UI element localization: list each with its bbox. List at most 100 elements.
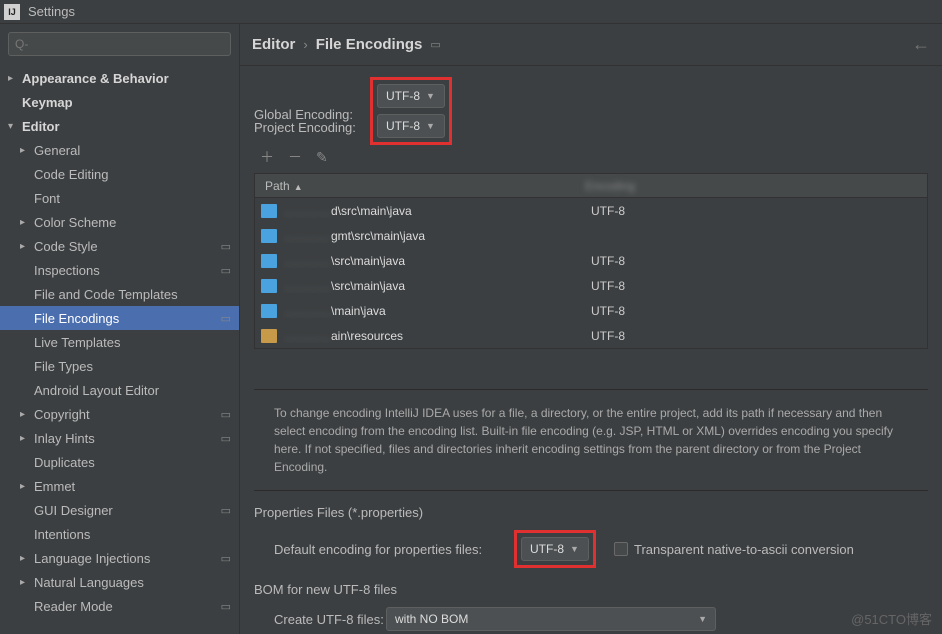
folder-icon [261,254,277,268]
properties-encoding-dropdown[interactable]: UTF-8 ▼ [521,537,589,561]
sidebar-item-label: Language Injections [34,551,150,566]
encoding-cell: UTF-8 [591,254,625,268]
sidebar-item-code-style[interactable]: ▸Code Style▭ [0,234,239,258]
sidebar-item-label: Duplicates [34,455,95,470]
sidebar-item-file-encodings[interactable]: •File Encodings▭ [0,306,239,330]
project-scope-icon: ▭ [221,504,231,517]
sidebar-item-live-templates[interactable]: •Live Templates [0,330,239,354]
help-text: To change encoding IntelliJ IDEA uses fo… [254,389,928,491]
sidebar-item-emmet[interactable]: ▸Emmet [0,474,239,498]
folder-icon [261,204,277,218]
settings-tree: ▸ Appearance & Behavior •Keymap ▾ Editor ▸ Gen… [0,64,239,634]
table-row[interactable]: …………ain\resourcesUTF-8 [255,323,927,348]
bom-section-title: BOM for new UTF-8 files [254,582,928,597]
edit-icon[interactable]: ✎ [316,149,328,166]
sidebar-item-label: Keymap [22,95,73,110]
sidebar-item-label: Color Scheme [34,215,116,230]
sidebar-item-label: Code Editing [34,167,108,182]
sidebar-item-label: Editor [22,119,60,134]
sidebar-item-reader-mode[interactable]: •Reader Mode▭ [0,594,239,618]
table-row[interactable]: …………\src\main\javaUTF-8 [255,273,927,298]
search-input[interactable] [8,32,231,56]
sidebar-item-duplicates[interactable]: •Duplicates [0,450,239,474]
project-scope-icon: ▭ [430,38,440,51]
sidebar-item-label: Appearance & Behavior [22,71,169,86]
column-path[interactable]: Path▲ [255,179,575,193]
global-encoding-dropdown[interactable]: UTF-8 ▼ [377,84,445,108]
checkbox-icon [614,542,628,556]
chevron-right-icon: ▸ [20,553,30,564]
sidebar-item-language-injections[interactable]: ▸ Language Injections ▭ [0,546,239,570]
transparent-checkbox[interactable]: Transparent native-to-ascii conversion [614,542,854,557]
breadcrumb: Editor › File Encodings ▭ ← [240,24,942,66]
sidebar-item-file-types[interactable]: •File Types [0,354,239,378]
global-encoding-label: Global Encoding: [254,107,370,122]
content-panel: Editor › File Encodings ▭ ← Global Encod… [240,24,942,634]
project-scope-icon: ▭ [221,432,231,445]
sidebar-item-label: File Types [34,359,93,374]
sidebar-item-label: Inlay Hints [34,431,95,446]
chevron-right-icon: ▸ [20,409,30,420]
chevron-right-icon: › [303,37,307,52]
sidebar-item-appearance-behavior[interactable]: ▸ Appearance & Behavior [0,66,239,90]
project-scope-icon: ▭ [221,552,231,565]
sidebar-item-inspections[interactable]: •Inspections▭ [0,258,239,282]
sidebar-item-android-layout-editor[interactable]: •Android Layout Editor [0,378,239,402]
encoding-table: Path▲ Encoding …………d\src\main\javaUTF-8…… [254,173,928,349]
chevron-down-icon: ▾ [8,121,18,132]
sidebar-item-inlay-hints[interactable]: ▸Inlay Hints▭ [0,426,239,450]
chevron-right-icon: ▸ [20,241,30,252]
project-scope-icon: ▭ [221,312,231,325]
sidebar-item-keymap[interactable]: •Keymap [0,90,239,114]
remove-icon[interactable]: － [288,147,302,167]
chevron-right-icon: ▸ [8,73,18,84]
transparent-checkbox-label: Transparent native-to-ascii conversion [634,542,854,557]
sidebar-item-intentions[interactable]: •Intentions [0,522,239,546]
sidebar-item-label: GUI Designer [34,503,113,518]
sidebar-item-code-editing[interactable]: •Code Editing [0,162,239,186]
chevron-down-icon: ▼ [698,614,707,624]
folder-icon [261,229,277,243]
table-row[interactable]: …………\main\javaUTF-8 [255,298,927,323]
sidebar-item-copyright[interactable]: ▸Copyright▭ [0,402,239,426]
encoding-cell: UTF-8 [591,304,625,318]
encoding-cell: UTF-8 [591,329,625,343]
project-encoding-dropdown[interactable]: UTF-8 ▼ [377,114,445,138]
sidebar-item-general[interactable]: ▸ General [0,138,239,162]
sidebar-item-label: Live Templates [34,335,120,350]
sidebar-item-font[interactable]: •Font [0,186,239,210]
sidebar-item-natural-languages[interactable]: ▸ Natural Languages [0,570,239,594]
sidebar-item-gui-designer[interactable]: •GUI Designer▭ [0,498,239,522]
path-cell: …………\src\main\java [283,279,591,293]
chevron-right-icon: ▸ [20,145,30,156]
chevron-down-icon: ▼ [570,544,579,554]
chevron-right-icon: ▸ [20,577,30,588]
chevron-right-icon: ▸ [20,217,30,228]
sidebar-item-label: General [34,143,80,158]
project-scope-icon: ▭ [221,600,231,613]
column-encoding[interactable]: Encoding [575,179,927,193]
path-toolbar: ＋ － ✎ [254,147,928,167]
window-title: Settings [28,4,75,19]
path-cell: …………\src\main\java [283,254,591,268]
properties-section-title: Properties Files (*.properties) [254,505,928,520]
path-cell: …………\main\java [283,304,591,318]
sidebar-item-file-and-code-templates[interactable]: •File and Code Templates [0,282,239,306]
sidebar-item-label: Intentions [34,527,90,542]
create-utf8-label: Create UTF-8 files: [274,612,386,627]
sidebar-item-editor[interactable]: ▾ Editor [0,114,239,138]
back-arrow-icon[interactable]: ← [912,34,930,55]
sidebar-item-label: Reader Mode [34,599,113,614]
table-row[interactable]: …………d\src\main\javaUTF-8 [255,198,927,223]
sidebar-item-label: Natural Languages [34,575,144,590]
add-icon[interactable]: ＋ [260,147,274,167]
sidebar-item-color-scheme[interactable]: ▸ Color Scheme [0,210,239,234]
create-utf8-dropdown[interactable]: with NO BOM ▼ [386,607,716,631]
table-row[interactable]: …………\src\main\javaUTF-8 [255,248,927,273]
watermark: @51CTO博客 [851,609,932,628]
sidebar-item-label: Code Style [34,239,98,254]
breadcrumb-leaf: File Encodings [316,36,423,53]
table-row[interactable]: …………gmt\src\main\java [255,223,927,248]
project-scope-icon: ▭ [221,408,231,421]
breadcrumb-root[interactable]: Editor [252,36,295,53]
